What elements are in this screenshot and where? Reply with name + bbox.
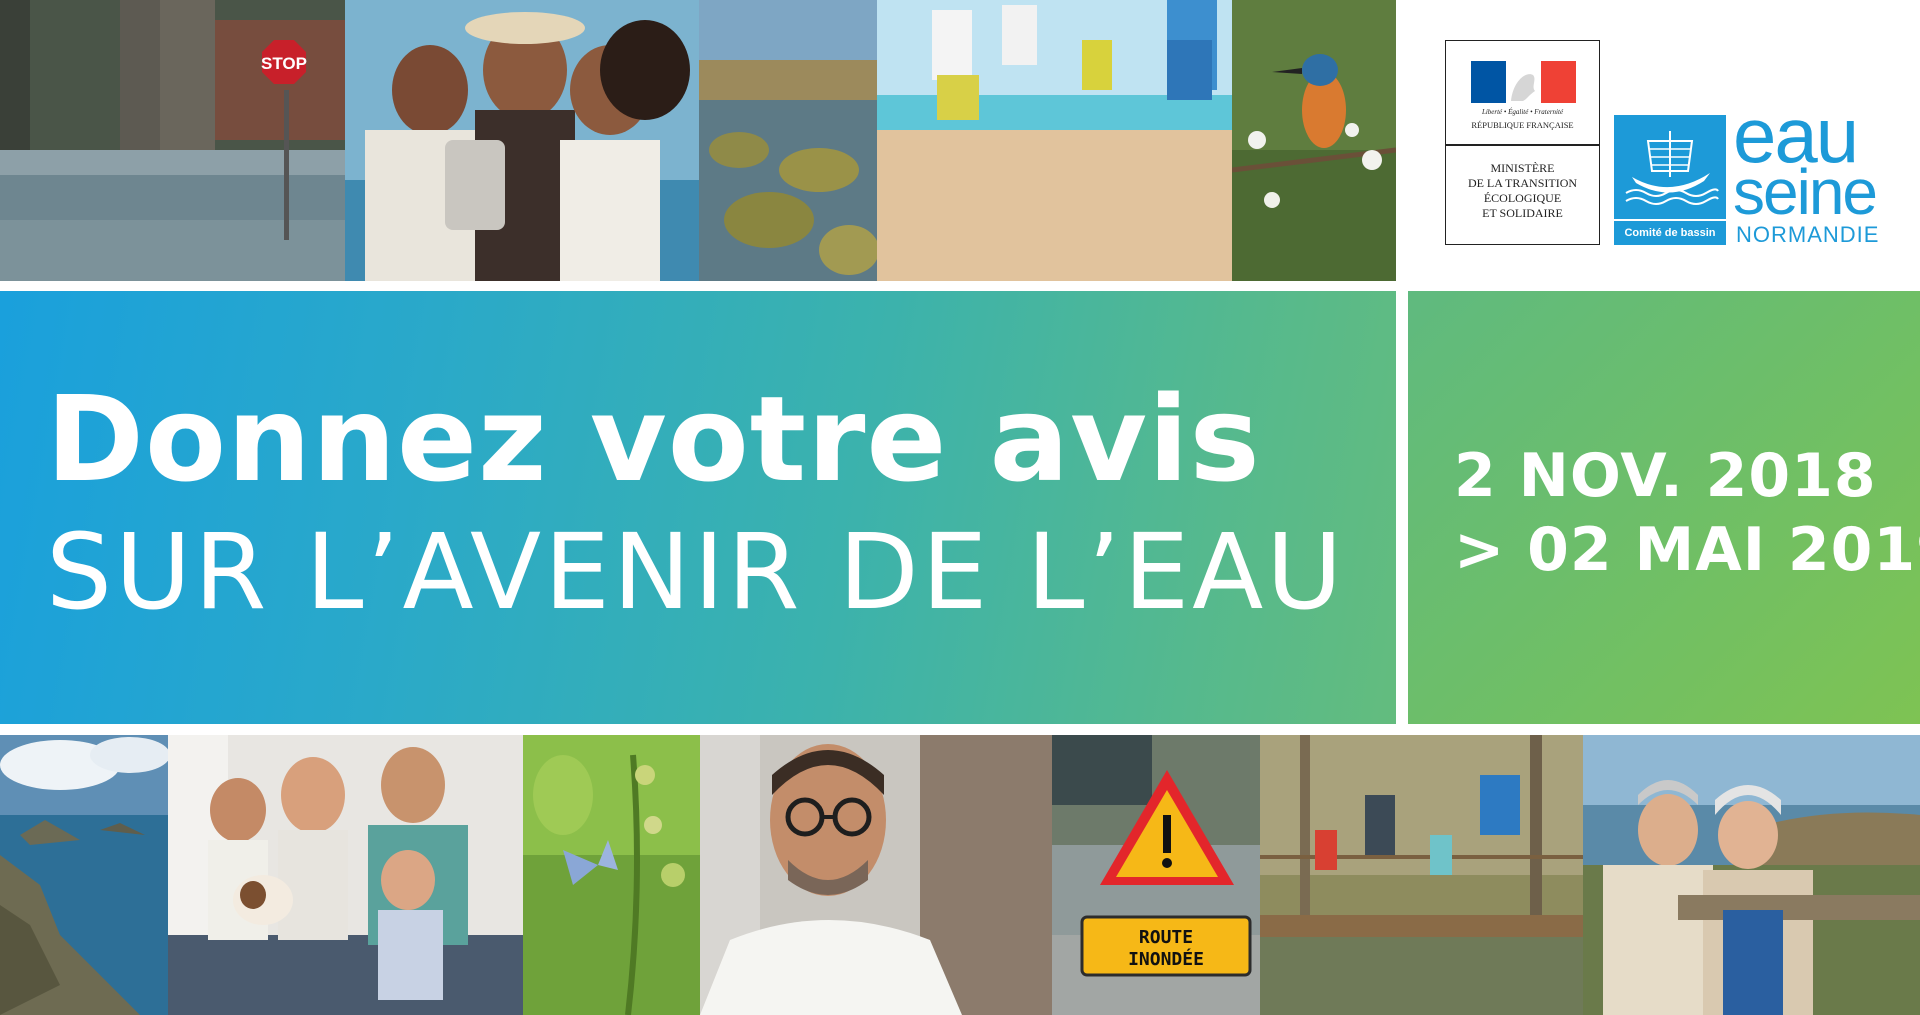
photo-family-selfie <box>345 0 699 281</box>
road-sign-line2: INONDÉE <box>1128 948 1204 970</box>
photo-seniors <box>1583 735 1920 1015</box>
photo-beach-runners <box>877 0 1232 281</box>
start-date: 2 NOV. 2018 <box>1454 441 1877 511</box>
banner-subtitle: SUR L’AVENIR DE L’EAU <box>46 511 1346 633</box>
stop-sign-text: STOP <box>261 54 307 73</box>
road-sign-line1: ROUTE <box>1139 927 1193 948</box>
photo-flooded-street: STOP <box>0 0 345 281</box>
banner-title: Donnez votre avis <box>46 370 1261 508</box>
republic-name: RÉPUBLIQUE FRANÇAISE <box>1471 120 1574 130</box>
photo-coastline <box>0 735 168 1015</box>
logo-divider <box>1446 144 1599 146</box>
photo-portrait-man <box>700 735 1052 1015</box>
badge-divider <box>1614 219 1726 221</box>
seine-wordmark: seine <box>1733 156 1878 228</box>
marianne-flag-icon <box>1471 61 1576 103</box>
photo-flooded-road: ROUTE INONDÉE <box>1052 735 1260 1015</box>
republic-motto: Liberté • Égalité • Fraternité <box>1481 108 1564 116</box>
photo-family-bridge <box>1260 735 1583 1015</box>
ship-icon <box>1625 131 1719 205</box>
eau-seine-ship-logo: Comité de bassin <box>1614 115 1726 245</box>
end-date: > 02 MAI 2019 <box>1454 515 1920 585</box>
photo-family-dog <box>168 735 523 1015</box>
comite-label: Comité de bassin <box>1624 227 1716 239</box>
photo-butterfly <box>523 735 700 1015</box>
normandie-wordmark: NORMANDIE <box>1736 222 1880 247</box>
photo-marsh <box>699 0 877 281</box>
photo-kingfisher <box>1232 0 1396 281</box>
republique-francaise-logo: Liberté • Égalité • Fraternité RÉPUBLIQU… <box>1445 40 1600 245</box>
ministry-name: MINISTÈRE DE LA TRANSITION ÉCOLOGIQUE ET… <box>1467 161 1578 220</box>
